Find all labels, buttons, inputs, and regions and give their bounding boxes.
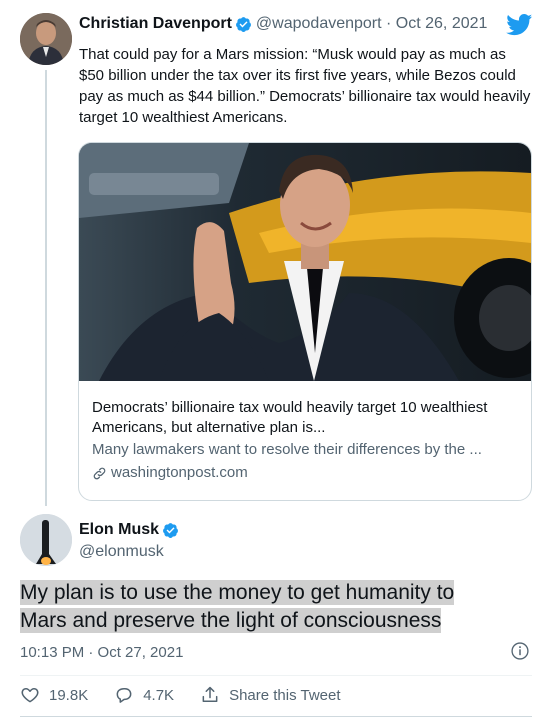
tweet-actions: 19.8K 4.7K Share this Tweet — [20, 685, 367, 705]
tweet-text-line-1: My plan is to use the money to get human… — [20, 580, 455, 605]
reply-icon — [116, 688, 132, 703]
twitter-bird-icon[interactable] — [506, 14, 533, 36]
card-description: Many lawmakers want to resolve their dif… — [92, 441, 482, 458]
bottom-divider — [20, 716, 532, 717]
thread-connector-line — [45, 70, 47, 506]
tweet-timestamp[interactable]: 10:13 PM · Oct 27, 2021 — [20, 644, 183, 661]
author-name[interactable]: Elon Musk — [79, 521, 159, 539]
card-title[interactable]: Democrats’ billionaire tax would heavily… — [92, 398, 518, 438]
separator-dot: · — [381, 15, 396, 32]
quoted-author-avatar[interactable] — [20, 13, 72, 65]
info-icon[interactable] — [510, 641, 530, 661]
link-icon — [93, 467, 106, 479]
author-name-row: Elon Musk — [79, 521, 183, 539]
share-button[interactable]: Share this Tweet — [200, 685, 341, 705]
like-button[interactable]: 19.8K — [20, 685, 88, 705]
author-handle[interactable]: @elonmusk — [79, 543, 164, 561]
author-avatar[interactable] — [20, 514, 72, 566]
heart-icon — [21, 688, 39, 703]
like-count: 19.8K — [49, 686, 89, 704]
divider — [20, 675, 532, 676]
tweet-text: My plan is to use the money to get human… — [20, 579, 520, 635]
quoted-tweet-text: That could pay for a Mars mission: “Musk… — [79, 46, 531, 126]
card-meta: Democrats’ billionaire tax would heavily… — [92, 398, 518, 483]
card-domain: washingtonpost.com — [111, 464, 248, 481]
reply-count: 4.7K — [143, 686, 175, 704]
quoted-tweet-header: Christian Davenport @wapodavenport · Oct… — [79, 13, 536, 35]
share-label: Share this Tweet — [229, 686, 341, 704]
quoted-tweet-date[interactable]: Oct 26, 2021 — [396, 15, 488, 33]
quoted-author-handle[interactable]: @wapodavenport — [256, 15, 382, 33]
card-image — [79, 143, 531, 381]
quoted-author-name[interactable]: Christian Davenport — [79, 15, 232, 33]
share-icon — [202, 686, 218, 702]
verified-badge-icon — [235, 16, 251, 32]
tweet-text-line-2: Mars and preserve the light of conscious… — [20, 608, 442, 633]
verified-badge-icon — [163, 522, 178, 538]
link-preview-card[interactable]: Democrats’ billionaire tax would heavily… — [78, 142, 532, 501]
reply-button[interactable]: 4.7K — [114, 685, 174, 705]
card-domain-row[interactable]: washingtonpost.com — [92, 463, 518, 483]
